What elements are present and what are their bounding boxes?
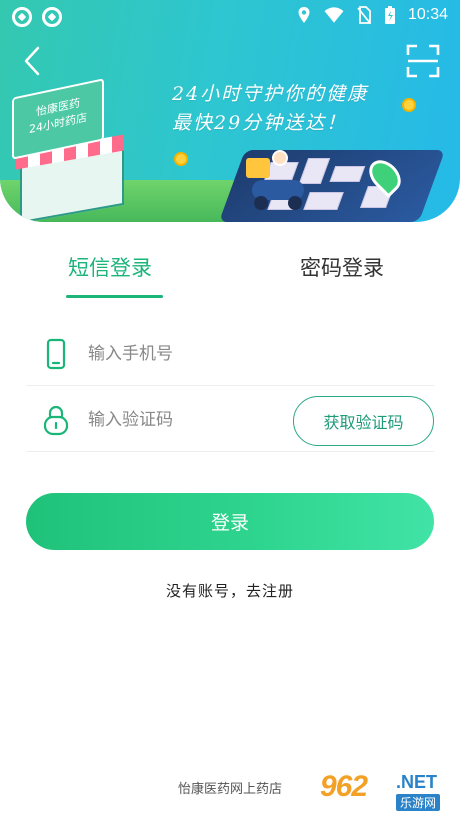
scan-button[interactable] — [406, 44, 440, 78]
login-tabs: 短信登录 密码登录 — [0, 250, 460, 300]
login-button[interactable]: 登录 — [26, 493, 434, 550]
watermark-logo: 962 .NET 乐游网 — [320, 770, 452, 814]
status-bar: 10:34 — [0, 0, 460, 34]
pharmacy-store-illustration: 怡康医药 24小时药店 — [12, 78, 124, 222]
phone-icon — [46, 338, 66, 370]
slogan-line-1: 24小时守护你的健康 — [172, 83, 369, 105]
slogan-line-2: 最快29分钟送达！ — [172, 112, 348, 134]
back-button[interactable] — [18, 45, 48, 77]
coin-icon — [174, 152, 188, 166]
scan-icon — [406, 44, 440, 78]
notification-icon — [12, 7, 32, 27]
tab-password-login[interactable]: 密码登录 — [300, 250, 384, 290]
phone-input[interactable] — [88, 340, 288, 368]
get-code-button[interactable]: 获取验证码 — [293, 396, 434, 446]
wifi-icon — [324, 7, 344, 23]
battery-icon — [384, 6, 395, 24]
watermark-suffix: .NET — [396, 772, 438, 792]
active-tab-indicator — [66, 295, 163, 298]
location-icon — [298, 7, 310, 23]
notification-icon — [42, 7, 62, 27]
lock-icon — [43, 405, 69, 436]
verification-code-input[interactable] — [88, 406, 288, 434]
phone-row — [26, 322, 434, 386]
no-sim-icon — [357, 6, 371, 24]
coin-icon — [402, 98, 416, 112]
watermark-number: 962 — [320, 770, 368, 803]
header-banner: 10:34 24小时守护你的健康 最快29分钟送达！ 怡康医药 24小时药店 — [0, 0, 460, 222]
chevron-left-icon — [24, 46, 40, 76]
delivery-scooter-illustration — [246, 150, 308, 212]
tab-sms-login[interactable]: 短信登录 — [68, 250, 152, 290]
watermark-cn: 乐游网 — [396, 794, 441, 811]
register-link[interactable]: 没有账号，去注册 — [0, 580, 460, 601]
banner-slogan: 24小时守护你的健康 最快29分钟送达！ — [172, 80, 368, 138]
code-row: 获取验证码 — [26, 388, 434, 452]
status-time: 10:34 — [407, 6, 448, 23]
